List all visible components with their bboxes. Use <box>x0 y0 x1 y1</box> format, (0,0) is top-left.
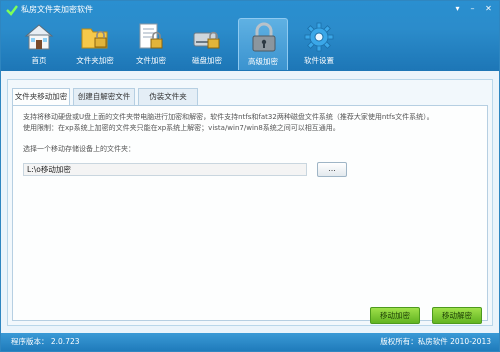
folder-lock-icon <box>81 28 108 49</box>
toolbar-item-disk-encrypt[interactable]: 磁盘加密 <box>182 18 232 70</box>
description: 支持将移动硬盘或U盘上面的文件夹带电脑进行加密和解密，软件支持ntfs和fat3… <box>23 112 479 134</box>
document-lock-icon <box>139 23 163 49</box>
title-bar[interactable]: 私房文件夹加密软件 ▾ – ✕ <box>1 1 499 19</box>
toolbar-item-home[interactable]: 首页 <box>14 18 64 70</box>
close-button[interactable]: ✕ <box>481 3 496 14</box>
content-area: 文件夹移动加密 创建自解密文件 伪装文件夹 支持将移动硬盘或U盘上面的文件夹带电… <box>7 79 493 326</box>
gear-icon <box>304 22 334 52</box>
header: 私房文件夹加密软件 ▾ – ✕ 首页 文件夹加密 文件加密 磁盘加密 高级加密 … <box>1 1 499 71</box>
house-icon <box>24 24 54 50</box>
main-toolbar: 首页 文件夹加密 文件加密 磁盘加密 高级加密 软件设置 <box>13 18 493 70</box>
status-bar: 程序版本： 2.0.723 版权所有：私房软件 2010-2013 <box>1 333 499 351</box>
app-window: 私房文件夹加密软件 ▾ – ✕ 首页 文件夹加密 文件加密 磁盘加密 高级加密 … <box>0 0 500 352</box>
toolbar-item-label: 磁盘加密 <box>192 56 222 65</box>
folder-path-input[interactable]: L:\o移动加密 <box>23 163 307 176</box>
toolbar-item-label: 高级加密 <box>248 57 278 66</box>
toolbar-item-label: 文件夹加密 <box>76 56 114 65</box>
toolbar-item-advanced-encrypt[interactable]: 高级加密 <box>238 18 288 70</box>
advanced-lock-icon <box>252 22 276 52</box>
app-logo-icon <box>6 5 18 16</box>
move-encrypt-button[interactable]: 移动加密 <box>370 307 420 324</box>
tab-panel: 支持将移动硬盘或U盘上面的文件夹带电脑进行加密和解密，软件支持ntfs和fat3… <box>12 105 488 321</box>
version-text: 程序版本： 2.0.723 <box>11 337 80 346</box>
toolbar-item-label: 文件加密 <box>136 56 166 65</box>
toolbar-item-settings[interactable]: 软件设置 <box>294 18 344 70</box>
toolbar-item-label: 首页 <box>31 56 47 65</box>
toolbar-item-label: 软件设置 <box>304 56 334 65</box>
description-line: 支持将移动硬盘或U盘上面的文件夹带电脑进行加密和解密，软件支持ntfs和fat3… <box>23 113 434 121</box>
disk-lock-icon <box>193 31 220 49</box>
window-title: 私房文件夹加密软件 <box>21 5 93 14</box>
tab-create-self-decrypt[interactable]: 创建自解密文件 <box>73 88 135 105</box>
description-line: 使用限制：在xp系统上加密的文件夹只能在xp系统上解密；vista/win7/w… <box>23 124 340 132</box>
tab-disguise-folder[interactable]: 伪装文件夹 <box>138 88 198 105</box>
minimize-button[interactable]: – <box>465 3 480 14</box>
browse-button[interactable]: ... <box>317 162 347 177</box>
toolbar-item-folder-encrypt[interactable]: 文件夹加密 <box>70 18 120 70</box>
tab-folder-move-encrypt[interactable]: 文件夹移动加密 <box>12 88 70 106</box>
folder-field-label: 选择一个移动存储设备上的文件夹： <box>23 145 135 153</box>
copyright-text: 版权所有：私房软件 2010-2013 <box>380 337 491 346</box>
menu-dropdown-button[interactable]: ▾ <box>450 3 465 14</box>
toolbar-item-file-encrypt[interactable]: 文件加密 <box>126 18 176 70</box>
move-decrypt-button[interactable]: 移动解密 <box>432 307 482 324</box>
